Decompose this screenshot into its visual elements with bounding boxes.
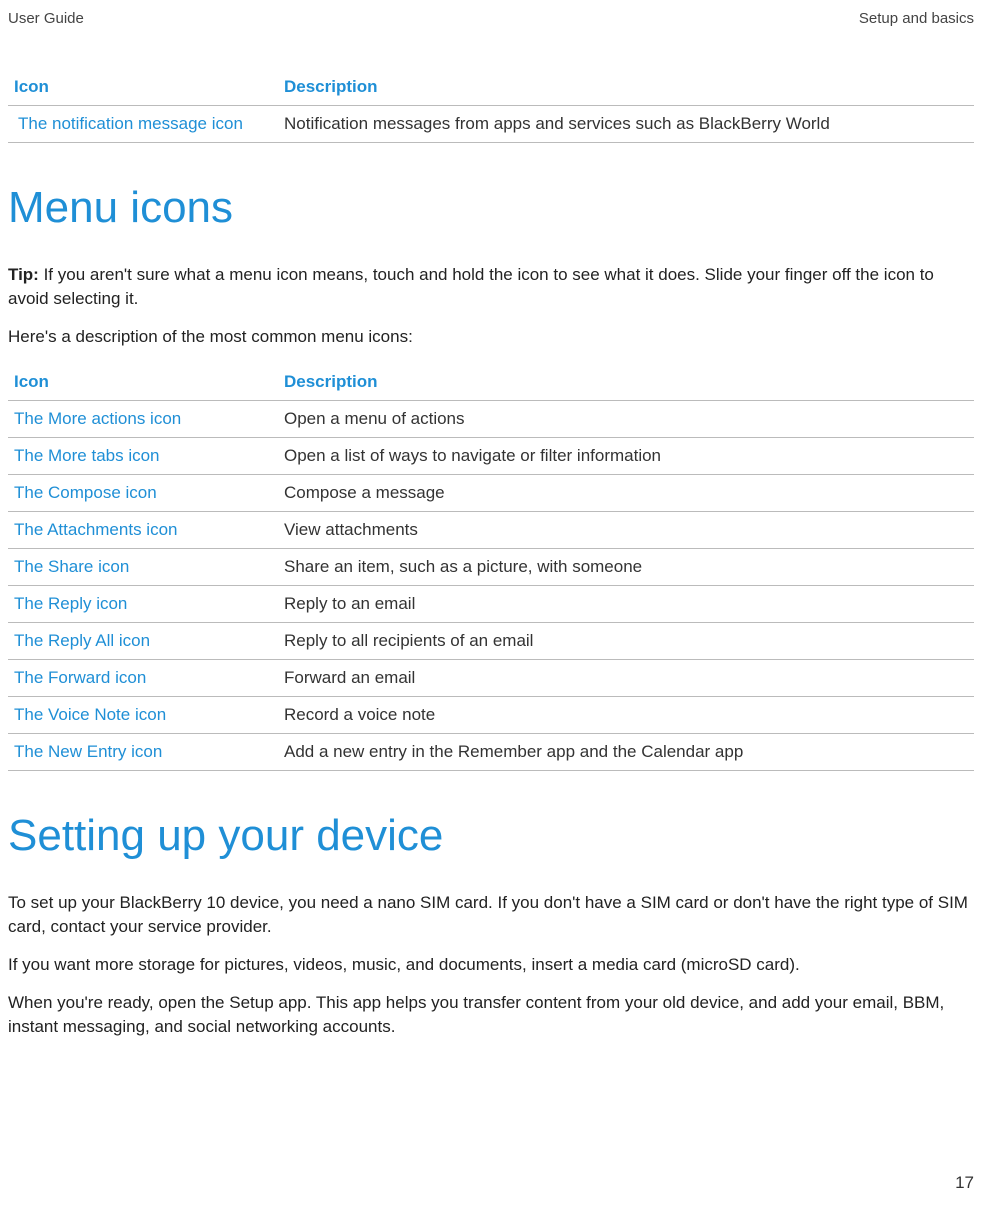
table-row: The More actions iconOpen a menu of acti… [8,401,974,438]
setup-paragraph-1: To set up your BlackBerry 10 device, you… [8,891,974,939]
icon-cell: The notification message icon [8,106,278,143]
description-cell: Notification messages from apps and serv… [278,106,974,143]
table-row: The Compose iconCompose a message [8,475,974,512]
table-row: The Attachments iconView attachments [8,512,974,549]
icon-cell: The More actions icon [8,401,278,438]
setup-paragraph-3: When you're ready, open the Setup app. T… [8,991,974,1039]
table-row: The New Entry iconAdd a new entry in the… [8,734,974,771]
heading-setting-up: Setting up your device [8,811,974,861]
table1-header-description: Description [278,67,974,106]
page-number: 17 [955,1173,974,1193]
table-row: The notification message icon Notificati… [8,106,974,143]
page-content: Icon Description The notification messag… [0,27,982,1038]
description-cell: Forward an email [278,660,974,697]
table2-intro: Here's a description of the most common … [8,325,974,349]
table-row: The Reply iconReply to an email [8,586,974,623]
description-cell: Compose a message [278,475,974,512]
notification-icon-table: Icon Description The notification messag… [8,67,974,143]
header-left: User Guide [8,10,84,27]
heading-menu-icons: Menu icons [8,183,974,233]
description-cell: Record a voice note [278,697,974,734]
header-right: Setup and basics [859,10,974,27]
icon-cell: The More tabs icon [8,438,278,475]
icon-cell: The Forward icon [8,660,278,697]
icon-cell: The Voice Note icon [8,697,278,734]
tip-paragraph: Tip: If you aren't sure what a menu icon… [8,263,974,311]
tip-text: If you aren't sure what a menu icon mean… [8,265,934,308]
table-row: The Reply All iconReply to all recipient… [8,623,974,660]
description-cell: Add a new entry in the Remember app and … [278,734,974,771]
icon-cell: The Compose icon [8,475,278,512]
icon-cell: The Attachments icon [8,512,278,549]
menu-icons-table: Icon Description The More actions iconOp… [8,362,974,771]
description-cell: Reply to an email [278,586,974,623]
icon-cell: The Share icon [8,549,278,586]
table2-header-icon: Icon [8,362,278,401]
table2-header-description: Description [278,362,974,401]
table1-header-icon: Icon [8,67,278,106]
icon-cell: The Reply icon [8,586,278,623]
table-row: The Forward iconForward an email [8,660,974,697]
tip-label: Tip: [8,265,44,284]
table-row: The More tabs iconOpen a list of ways to… [8,438,974,475]
table-row: The Share iconShare an item, such as a p… [8,549,974,586]
description-cell: Reply to all recipients of an email [278,623,974,660]
page-header: User Guide Setup and basics [0,0,982,27]
icon-cell: The New Entry icon [8,734,278,771]
table-row: The Voice Note iconRecord a voice note [8,697,974,734]
description-cell: View attachments [278,512,974,549]
description-cell: Share an item, such as a picture, with s… [278,549,974,586]
setup-paragraph-2: If you want more storage for pictures, v… [8,953,974,977]
description-cell: Open a list of ways to navigate or filte… [278,438,974,475]
icon-cell: The Reply All icon [8,623,278,660]
description-cell: Open a menu of actions [278,401,974,438]
